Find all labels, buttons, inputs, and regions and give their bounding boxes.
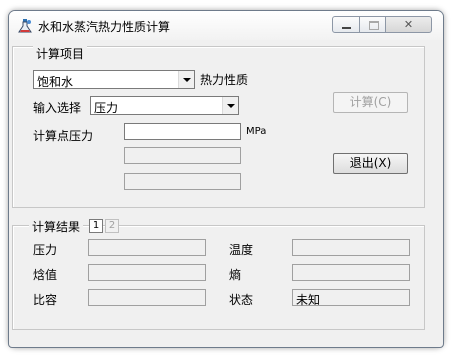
maximize-icon	[369, 21, 379, 30]
specific-volume-result-field	[88, 289, 206, 306]
property-combo-arrow[interactable]	[178, 71, 194, 88]
maximize-button	[359, 16, 386, 33]
point-pressure-input[interactable]	[124, 123, 241, 140]
close-button[interactable]: ✕	[385, 16, 432, 33]
minimize-button[interactable]	[332, 16, 360, 33]
close-icon: ✕	[403, 18, 414, 31]
enthalpy-result-label: 焓值	[33, 268, 58, 282]
specific-volume-result-label: 比容	[33, 293, 58, 307]
title-bar[interactable]: 水和水蒸汽热力性质计算 ✕	[9, 11, 443, 40]
state-result-field: 未知	[292, 289, 410, 307]
temperature-result-label: 温度	[229, 243, 254, 257]
pressure-result-field	[88, 239, 206, 256]
calc-item-legend: 计算项目	[33, 45, 88, 62]
result-tab-1[interactable]: 1	[89, 219, 103, 233]
point-pressure-label: 计算点压力	[33, 129, 94, 143]
calculate-button[interactable]: 计算(C)	[333, 92, 408, 113]
result-tab-2[interactable]: 2	[105, 219, 119, 233]
app-icon	[18, 19, 32, 33]
pressure-unit-label: MPa	[246, 126, 267, 137]
window-title: 水和水蒸汽热力性质计算	[38, 20, 171, 34]
property-combo-value: 饱和水	[37, 75, 74, 89]
temperature-result-field	[292, 239, 410, 256]
property-combo[interactable]: 饱和水	[33, 70, 195, 89]
input-select-value: 压力	[94, 101, 119, 115]
pressure-result-label: 压力	[33, 243, 58, 257]
state-result-label: 状态	[229, 293, 254, 307]
input-select-label: 输入选择	[33, 101, 82, 115]
extra-input-field-1	[124, 147, 241, 164]
exit-button[interactable]: 退出(X)	[333, 153, 408, 174]
thermo-property-label: 热力性质	[200, 73, 249, 87]
entropy-result-label: 熵	[229, 268, 242, 282]
chevron-down-icon	[227, 104, 235, 108]
result-legend: 计算结果	[29, 218, 84, 235]
enthalpy-result-field	[88, 264, 206, 281]
extra-input-field-2	[124, 173, 241, 190]
input-select-arrow[interactable]	[222, 97, 238, 114]
input-select-combo[interactable]: 压力	[90, 96, 239, 115]
minimize-icon	[342, 27, 351, 29]
entropy-result-field	[292, 264, 410, 281]
chevron-down-icon	[183, 78, 191, 82]
